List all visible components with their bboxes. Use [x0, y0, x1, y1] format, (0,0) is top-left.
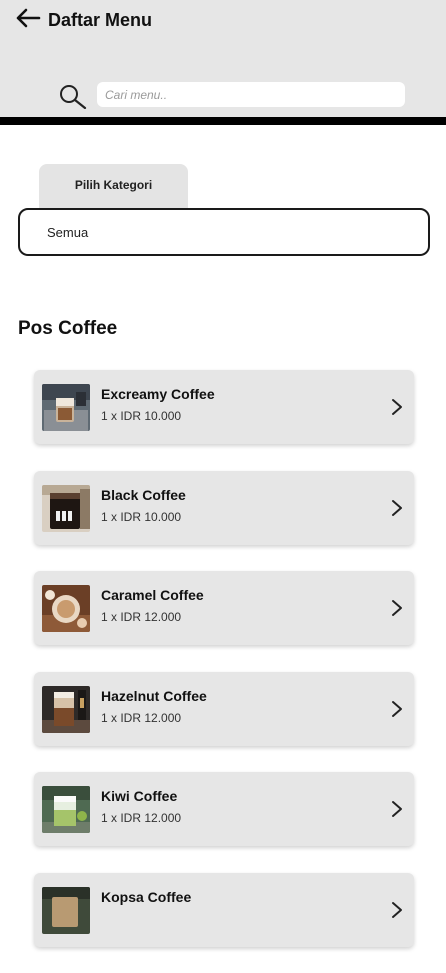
menu-item-name: Kopsa Coffee	[101, 888, 192, 905]
menu-item[interactable]: Hazelnut Coffee 1 x IDR 12.000	[34, 671, 414, 746]
menu-item-price: 1 x IDR 12.000	[101, 710, 182, 725]
menu-item-price: 1 x IDR 10.000	[101, 509, 182, 524]
menu-item-name: Hazelnut Coffee	[101, 687, 207, 704]
menu-list: Excreamy Coffee 1 x IDR 10.000 Black Cof…	[34, 370, 414, 973]
back-button[interactable]	[14, 6, 42, 30]
menu-item[interactable]: Black Coffee 1 x IDR 10.000	[34, 470, 414, 545]
menu-item[interactable]: Kopsa Coffee	[34, 872, 414, 947]
menu-item-thumbnail	[42, 886, 90, 934]
search-icon[interactable]	[58, 83, 88, 109]
chevron-right-icon[interactable]	[390, 499, 404, 517]
category-tab-label: Pilih Kategori	[39, 164, 188, 210]
menu-item-name: Kiwi Coffee	[101, 788, 178, 804]
search-input[interactable]	[97, 82, 405, 107]
header-divider	[0, 117, 446, 125]
arrow-left-icon	[16, 8, 41, 28]
menu-item-name: Black Coffee	[101, 486, 186, 503]
menu-item-name: Excreamy Coffee	[101, 386, 215, 402]
category-select[interactable]: Semua	[18, 208, 430, 256]
page-title: Daftar Menu	[48, 10, 153, 30]
chevron-right-icon[interactable]	[390, 901, 404, 919]
chevron-right-icon[interactable]	[390, 398, 404, 416]
category-selected-value: Semua	[47, 224, 89, 240]
menu-item-name: Caramel Coffee	[101, 587, 204, 603]
menu-item-thumbnail	[42, 786, 90, 833]
chevron-right-icon[interactable]	[390, 800, 404, 818]
menu-item-thumbnail	[42, 484, 90, 532]
app-header: Daftar Menu	[0, 0, 446, 117]
menu-item-price: 1 x IDR 10.000	[101, 409, 182, 423]
menu-item[interactable]: Kiwi Coffee 1 x IDR 12.000	[34, 772, 414, 846]
menu-item-thumbnail	[42, 685, 90, 733]
menu-item[interactable]: Caramel Coffee 1 x IDR 12.000	[34, 571, 414, 645]
menu-item-thumbnail	[42, 384, 90, 431]
chevron-right-icon[interactable]	[390, 599, 404, 617]
menu-item[interactable]: Excreamy Coffee 1 x IDR 10.000	[34, 370, 414, 444]
section-title: Pos Coffee	[18, 318, 118, 339]
menu-item-thumbnail	[42, 585, 90, 632]
chevron-right-icon[interactable]	[390, 700, 404, 718]
menu-item-price: 1 x IDR 12.000	[101, 811, 182, 825]
menu-item-price: 1 x IDR 12.000	[101, 610, 182, 624]
